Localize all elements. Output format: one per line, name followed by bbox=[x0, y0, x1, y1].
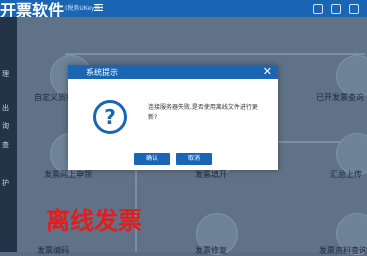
node-label: 发票填开 bbox=[195, 170, 227, 179]
system-prompt-dialog: 系统提示 ✕ ? 连接服务器失败,是否使用离线文件进行更新? 确认 取消 bbox=[68, 65, 278, 170]
node-label: 发票编码 bbox=[37, 246, 69, 255]
sidebar-item[interactable]: 询 bbox=[2, 121, 9, 131]
sidebar-item[interactable]: 理 bbox=[2, 69, 9, 79]
node-label: 已开发票查询 bbox=[316, 93, 364, 102]
maximize-icon[interactable] bbox=[331, 4, 341, 14]
question-icon: ? bbox=[93, 100, 127, 134]
node-label: 发票资料查询 bbox=[319, 246, 367, 255]
sidebar-item[interactable]: 查 bbox=[2, 140, 9, 150]
node-label: 发票网上申领 bbox=[44, 170, 92, 179]
menu-icon[interactable] bbox=[94, 4, 103, 12]
node-label: 汇总上传 bbox=[330, 170, 362, 179]
svg-text:?: ? bbox=[104, 105, 116, 129]
sidebar: 理 出 询 查 护 bbox=[0, 17, 17, 252]
dialog-title: 系统提示 bbox=[86, 68, 118, 77]
dialog-header: 系统提示 ✕ bbox=[68, 65, 278, 79]
check-list-icon[interactable] bbox=[336, 55, 367, 97]
cancel-button[interactable]: 取消 bbox=[176, 153, 212, 165]
close-window-icon[interactable] bbox=[349, 4, 359, 14]
close-icon[interactable]: ✕ bbox=[263, 65, 272, 79]
dialog-message: 连接服务器失败,是否使用离线文件进行更新? bbox=[148, 104, 258, 121]
offline-invoice-caption: 离线发票 bbox=[46, 207, 142, 235]
window-controls bbox=[307, 0, 367, 17]
title-bar: 开票软件 (税务UKey版) bbox=[0, 0, 367, 20]
confirm-button[interactable]: 确认 bbox=[134, 153, 170, 165]
sidebar-item[interactable]: 出 bbox=[2, 103, 9, 113]
minimize-icon[interactable] bbox=[313, 4, 323, 14]
node-label: 发票修复 bbox=[195, 246, 227, 255]
sidebar-item[interactable]: 护 bbox=[2, 178, 9, 188]
flow-connector bbox=[65, 53, 365, 55]
